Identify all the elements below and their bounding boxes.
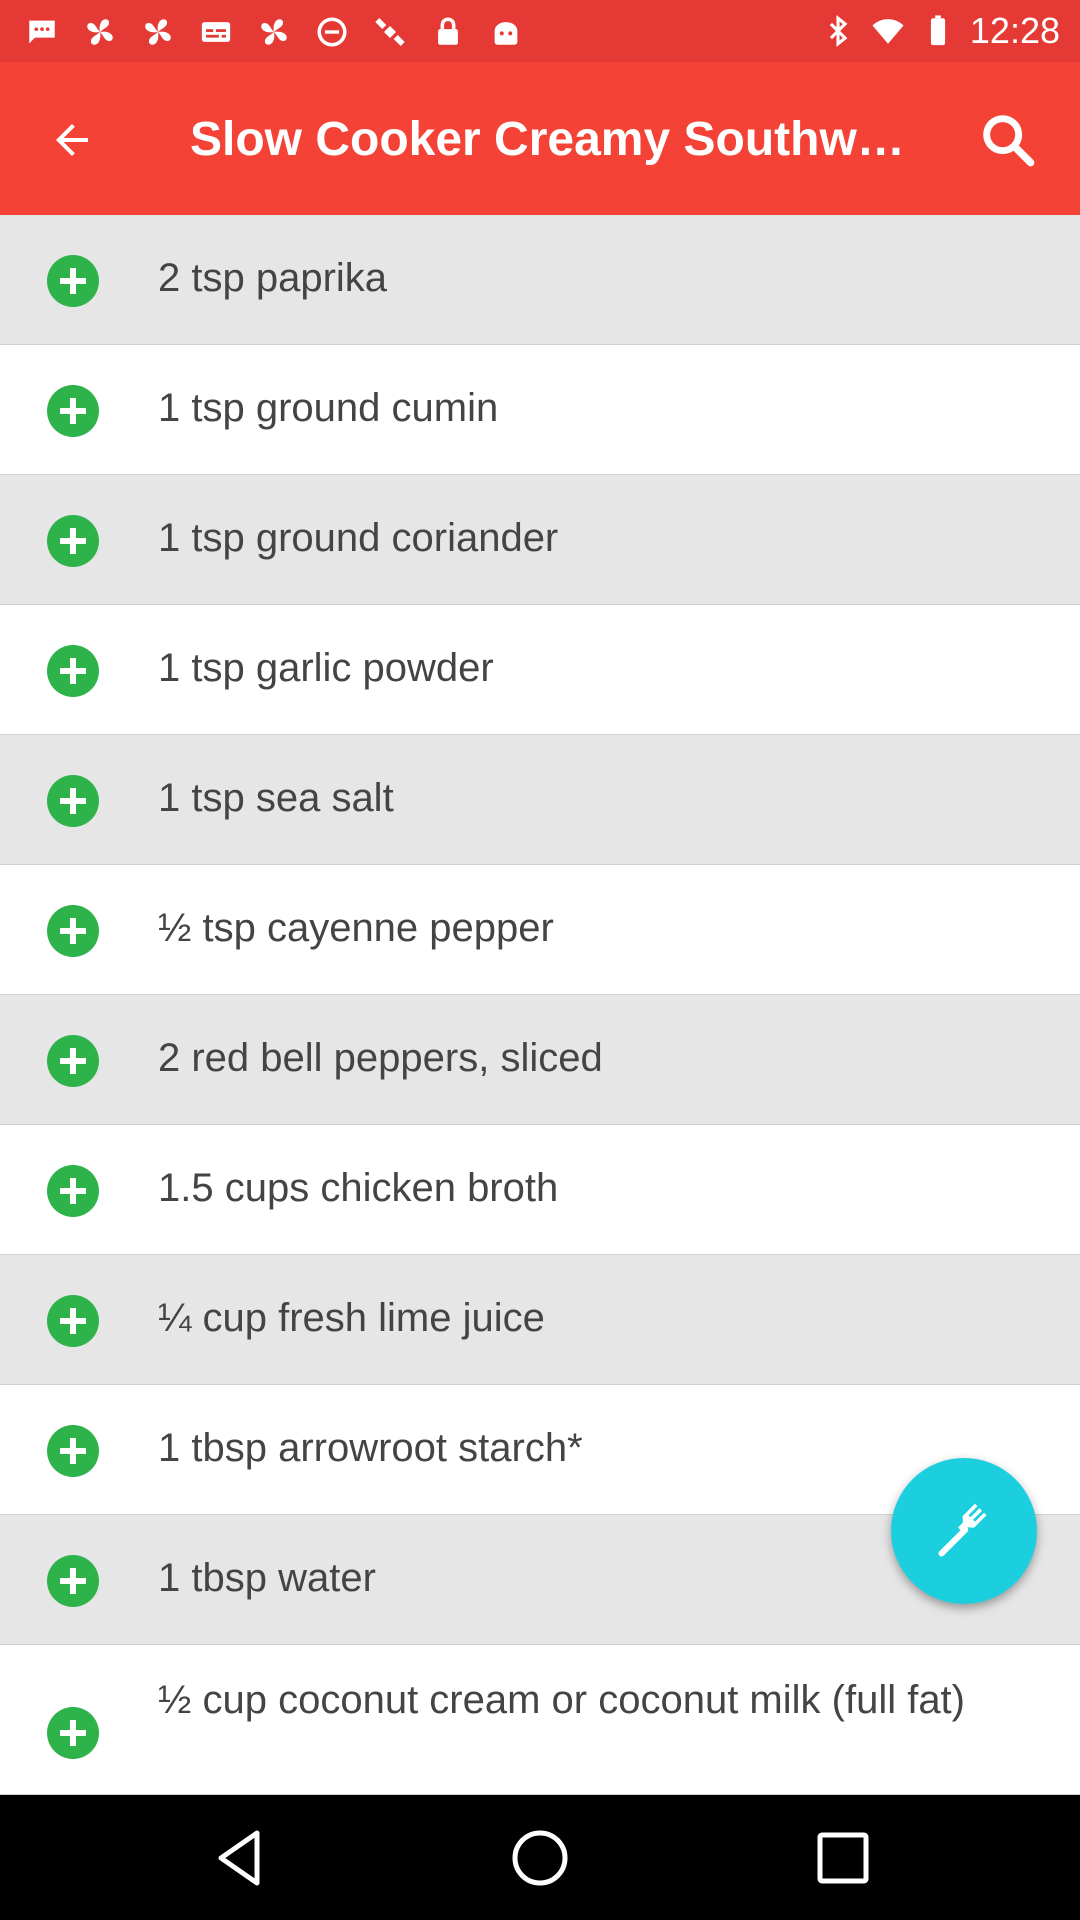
list-item: ¼ cup fresh lime juice (0, 1255, 1080, 1385)
lock-icon (438, 17, 458, 45)
back-button[interactable] (30, 98, 114, 182)
add-circle-icon[interactable] (47, 1555, 99, 1607)
ingredient-text: 1 tsp sea salt (158, 776, 394, 820)
satellite-icon (375, 17, 405, 47)
ingredient-text: ¼ cup fresh lime juice (158, 1296, 545, 1340)
clock: 12:28 (969, 10, 1060, 51)
ingredient-text: ½ tsp cayenne pepper (158, 906, 554, 950)
ingredient-text: 2 tsp paprika (158, 256, 388, 300)
list-item: 1 tsp garlic powder (0, 605, 1080, 735)
nav-recents-icon[interactable] (808, 1823, 878, 1893)
fork-icon (938, 1503, 987, 1557)
subtitles-icon (201, 22, 231, 42)
list-item: 1 tsp ground coriander (0, 475, 1080, 605)
nav-back-icon[interactable] (205, 1823, 275, 1893)
ingredient-text: 1 tbsp arrowroot starch* (158, 1426, 583, 1470)
ingredient-text: 1 tsp ground coriander (158, 516, 559, 560)
ingredient-text: 1 tsp ground cumin (158, 386, 499, 430)
add-circle-icon[interactable] (47, 1035, 99, 1087)
add-circle-icon[interactable] (47, 775, 99, 827)
add-circle-icon[interactable] (47, 645, 99, 697)
fan-icon (87, 19, 113, 45)
add-circle-icon[interactable] (47, 1425, 99, 1477)
arrow-back-icon (56, 124, 88, 156)
search-button[interactable] (964, 96, 1052, 184)
add-circle-icon[interactable] (47, 385, 99, 437)
system-status: 12:28 (820, 10, 1060, 52)
nav-home-icon[interactable] (505, 1823, 575, 1893)
ingredient-text: ½ cup coconut cream or coconut milk (ful… (158, 1678, 965, 1722)
battery-icon (930, 15, 945, 46)
block-icon (317, 17, 347, 47)
list-item: 1.5 cups chicken broth (0, 1125, 1080, 1255)
page-title: Slow Cooker Creamy Southw… (190, 113, 905, 166)
list-item: 1 tsp ground cumin (0, 345, 1080, 475)
ingredient-text: 1 tbsp water (158, 1556, 376, 1600)
list-item: ½ tsp cayenne pepper (0, 865, 1080, 995)
message-icon (29, 20, 55, 44)
list-item: ½ cup coconut cream or coconut milk (ful… (0, 1645, 1080, 1795)
add-circle-icon[interactable] (47, 1295, 99, 1347)
app-bar: Slow Cooker Creamy Southw… (0, 62, 1080, 215)
fan-icon (145, 19, 171, 45)
fan-icon (261, 19, 287, 45)
bluetooth-icon (829, 15, 848, 47)
status-bar: 12:28 (0, 0, 1080, 62)
ingredient-text: 1 tsp garlic powder (158, 646, 494, 690)
ingredient-text: 2 red bell peppers, sliced (158, 1036, 603, 1080)
add-circle-icon[interactable] (47, 1165, 99, 1217)
search-icon (983, 115, 1035, 167)
list-item: 2 tsp paprika (0, 215, 1080, 345)
ingredient-text: 1.5 cups chicken broth (158, 1166, 559, 1210)
add-circle-icon[interactable] (47, 515, 99, 567)
add-circle-icon[interactable] (47, 255, 99, 307)
android-icon (494, 22, 518, 45)
add-circle-icon[interactable] (47, 905, 99, 957)
wifi-icon (872, 19, 904, 44)
add-circle-icon[interactable] (47, 1707, 99, 1759)
notification-icons (24, 12, 524, 52)
list-item: 1 tsp sea salt (0, 735, 1080, 865)
cook-mode-fab[interactable] (891, 1458, 1037, 1604)
navigation-bar (0, 1795, 1080, 1920)
list-item: 2 red bell peppers, sliced (0, 995, 1080, 1125)
